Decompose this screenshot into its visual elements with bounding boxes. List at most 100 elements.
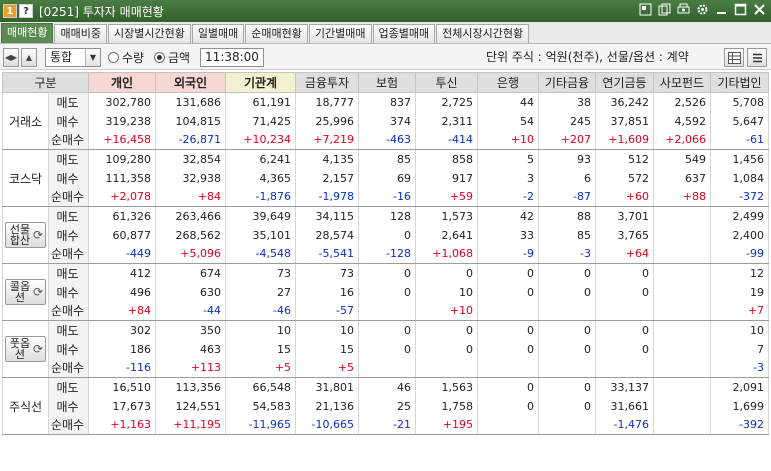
value-cell: 16: [295, 282, 359, 302]
market-select[interactable]: 통합 ▼: [45, 48, 101, 67]
row-label: 매수: [48, 225, 89, 245]
tab-all-market-time[interactable]: 전체시장시간현황: [436, 24, 530, 43]
value-cell: -21: [358, 415, 416, 435]
restore-icon[interactable]: [638, 3, 653, 18]
col-header-institution[interactable]: 기관계: [225, 72, 296, 93]
time-input[interactable]: 11:38:00: [200, 48, 264, 67]
table-row[interactable]: 순매수 +1,163 +11,195 -11,965 -10,665 -21 +195 -1,…: [3, 415, 769, 435]
radio-amount-dot[interactable]: [154, 52, 165, 63]
value-cell: [358, 358, 416, 378]
value-cell: -99: [710, 244, 769, 264]
value-cell: -11,965: [225, 415, 296, 435]
table-row[interactable]: 매수 319,238 104,815 71,425 25,996 374 2,311 54 24…: [3, 111, 769, 131]
refresh-icon[interactable]: ⟳: [33, 228, 43, 242]
minimize-icon[interactable]: [714, 3, 729, 18]
close-icon[interactable]: [752, 3, 767, 18]
value-cell: -449: [88, 244, 156, 264]
value-cell: 128: [358, 206, 416, 226]
table-row[interactable]: 순매수 +16,458 -26,871 +10,234 +7,219 -463 -414 +1…: [3, 130, 769, 150]
value-cell: 0: [477, 377, 539, 397]
help-badge[interactable]: ?: [19, 4, 33, 18]
market-label: 선물합산: [9, 223, 31, 247]
market-toggle-button[interactable]: 풋옵션 ⟳: [4, 336, 47, 362]
market-toggle-button[interactable]: 선물합산 ⟳: [4, 222, 47, 248]
value-cell: 12: [710, 263, 769, 283]
value-cell: 1,563: [415, 377, 478, 397]
refresh-icon[interactable]: ⟳: [33, 285, 43, 299]
value-cell: 1,084: [710, 168, 769, 188]
col-header-pension[interactable]: 연기금등: [595, 72, 654, 93]
tab-sector-trading[interactable]: 업종별매매: [372, 24, 436, 43]
col-header-other-corp[interactable]: 기타법인: [710, 72, 769, 93]
table-row[interactable]: 순매수 -449 +5,096 -4,548 -5,541 -128 +1,068 -9 -3 +…: [3, 244, 769, 264]
tab-net-trading[interactable]: 순매매현황: [245, 24, 308, 43]
value-cell: -10,665: [295, 415, 359, 435]
value-cell: -3: [538, 244, 596, 264]
value-cell: 0: [477, 339, 539, 359]
col-header-category[interactable]: 구분: [2, 72, 89, 93]
maximize-icon[interactable]: [733, 3, 748, 18]
value-cell: -87: [538, 187, 596, 207]
table-row[interactable]: 거래소 매도 302,780 131,686 61,191 18,777 837 2,725 4…: [2, 92, 769, 150]
value-cell: +11,195: [155, 415, 226, 435]
value-cell: 3,765: [595, 225, 654, 245]
copy-icon[interactable]: [657, 3, 672, 18]
refresh-icon[interactable]: ⟳: [33, 342, 43, 356]
table-row[interactable]: 매수 111,358 32,938 4,365 2,157 69 917 3 6 572 637 1,…: [3, 168, 769, 188]
col-header-private-equity[interactable]: 사모펀드: [653, 72, 711, 93]
settings-icon[interactable]: [695, 3, 710, 18]
value-cell: 1,456: [710, 149, 769, 169]
col-header-financial-investment[interactable]: 금융투자: [295, 72, 359, 93]
col-header-other-finance[interactable]: 기타금융: [538, 72, 596, 93]
table-row[interactable]: 순매수 -116 +113 +5 +5 -3: [3, 358, 769, 378]
market-cell[interactable]: 풋옵션 ⟳: [2, 320, 49, 378]
market-toggle-button[interactable]: 콜옵션 ⟳: [4, 279, 47, 305]
menu-icon[interactable]: [747, 48, 767, 67]
col-header-investment-trust[interactable]: 투신: [415, 72, 478, 93]
value-cell: +88: [653, 187, 711, 207]
table-row[interactable]: 코스닥 매도 109,280 32,854 6,241 4,135 85 858 5 93 512 5…: [2, 149, 769, 207]
radio-amount[interactable]: 금액: [154, 48, 190, 67]
updown-arrow-icon[interactable]: ▲: [21, 48, 37, 67]
tab-trading-ratio[interactable]: 매매비중: [54, 24, 107, 43]
prev-arrow-icon[interactable]: ◀▶: [3, 48, 19, 67]
tab-trading-status[interactable]: 매매현황: [1, 23, 54, 43]
table-row[interactable]: 선물합산 ⟳ 매도 61,326 263,466 39,649 34,115 128 1,573…: [2, 206, 769, 264]
market-cell[interactable]: 콜옵션 ⟳: [2, 263, 49, 321]
table-view-icon[interactable]: [724, 48, 744, 67]
table-row[interactable]: 풋옵션 ⟳ 매도 302 350 10 10 0 0 0 0 0 10: [2, 320, 769, 378]
window-number-badge[interactable]: 1: [3, 4, 17, 18]
value-cell: +1,609: [595, 130, 654, 150]
value-cell: 69: [358, 168, 416, 188]
col-header-individual[interactable]: 개인: [88, 72, 156, 93]
table-row[interactable]: 매수 60,877 268,562 35,101 28,574 0 2,641 33 85 3,7…: [3, 225, 769, 245]
value-cell: 60,877: [88, 225, 156, 245]
col-header-bank[interactable]: 은행: [477, 72, 539, 93]
chevron-down-icon[interactable]: ▼: [85, 49, 100, 66]
radio-quantity[interactable]: 수량: [108, 48, 144, 67]
col-header-foreign[interactable]: 외국인: [155, 72, 226, 93]
table-row[interactable]: 매수 496 630 27 16 0 10 0 0 0 19: [3, 282, 769, 302]
tab-period-trading[interactable]: 기간별매매: [308, 24, 372, 43]
table-row[interactable]: 매수 186 463 15 15 0 0 0 0 0 7: [3, 339, 769, 359]
value-cell: +7: [710, 301, 769, 321]
value-cell: -2: [477, 187, 539, 207]
value-cell: [653, 320, 711, 340]
table-row[interactable]: 순매수 +84 -44 -46 -57 +10 +7: [3, 301, 769, 321]
table-row[interactable]: 주식선 매도 16,510 113,356 66,548 31,801 46 1,563 0 0 3…: [2, 377, 769, 435]
tab-market-time[interactable]: 시장별시간현황: [107, 24, 191, 43]
radio-quantity-dot[interactable]: [108, 52, 119, 63]
value-cell: +2,078: [88, 187, 156, 207]
table-row[interactable]: 콜옵션 ⟳ 매도 412 674 73 73 0 0 0 0 0 12: [2, 263, 769, 321]
market-label: 코스닥: [8, 171, 43, 186]
value-cell: 28,574: [295, 225, 359, 245]
row-label: 매도: [48, 263, 89, 283]
table-row[interactable]: 매수 17,673 124,551 54,583 21,136 25 1,758 0 0 31,6…: [3, 396, 769, 416]
value-cell: 6,241: [225, 149, 296, 169]
tab-daily-trading[interactable]: 일별매매: [191, 24, 245, 43]
value-cell: 21,136: [295, 396, 359, 416]
market-cell[interactable]: 선물합산 ⟳: [2, 206, 49, 264]
table-row[interactable]: 순매수 +2,078 +84 -1,876 -1,978 -16 +59 -2 -87 +60 +8…: [3, 187, 769, 207]
col-header-insurance[interactable]: 보험: [358, 72, 416, 93]
print-icon[interactable]: [676, 3, 691, 18]
